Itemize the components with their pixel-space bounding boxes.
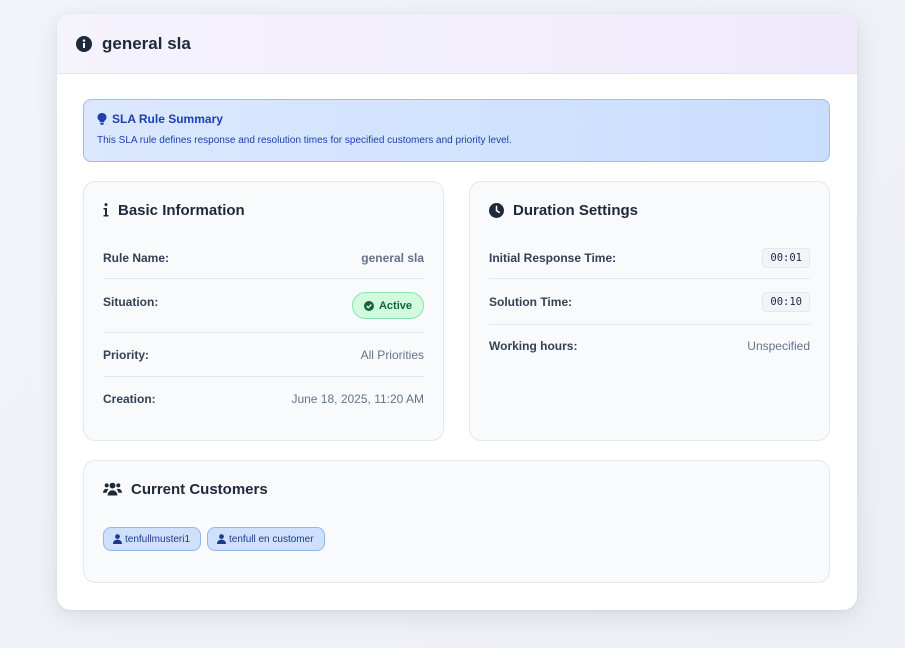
duration-settings-title: Duration Settings xyxy=(513,201,639,219)
summary-description: This SLA rule defines response and resol… xyxy=(97,135,512,146)
info-circle-icon xyxy=(76,35,92,52)
customer-chip[interactable]: tenfullmusteri1 xyxy=(103,527,202,551)
users-icon xyxy=(103,482,122,496)
duration-settings-card: Duration Settings Initial Response Time:… xyxy=(469,181,830,441)
sla-summary-banner: SLA Rule Summary This SLA rule defines r… xyxy=(83,99,830,162)
info-icon xyxy=(103,203,109,217)
info-row-creation: Creation: June 18, 2025, 11:20 AM xyxy=(103,392,424,406)
current-customers-card: Current Customers tenfullmusteri1 tenful… xyxy=(83,460,830,583)
customer-chip[interactable]: tenfull en customer xyxy=(207,527,325,551)
working-hours-value: Unspecified xyxy=(747,339,810,353)
solution-time-value: 00:10 xyxy=(762,291,810,312)
modal-header: general sla xyxy=(57,14,857,74)
user-icon xyxy=(113,534,122,544)
check-circle-icon xyxy=(363,300,374,311)
lightbulb-icon xyxy=(97,113,107,125)
user-icon xyxy=(217,534,227,544)
info-row-priority: Priority: All Priorities xyxy=(103,333,424,377)
basic-information-card: Basic Information Rule Name: general sla… xyxy=(83,181,444,441)
initial-response-time-value: 00:01 xyxy=(762,248,810,268)
duration-row-solution-time: Solution Time: 00:10 xyxy=(489,279,810,325)
duration-row-initial-response: Initial Response Time: 00:01 xyxy=(489,238,810,279)
creation-date-value: June 18, 2025, 11:20 AM xyxy=(291,392,424,406)
info-row-rule-name: Rule Name: general sla xyxy=(103,238,424,279)
sla-detail-modal: general sla SLA Rule Summary This SLA ru… xyxy=(57,14,857,610)
rule-name-value: general sla xyxy=(361,251,424,265)
summary-title: SLA Rule Summary xyxy=(112,112,223,126)
clock-icon xyxy=(489,202,504,218)
info-row-situation: Situation: Active xyxy=(103,279,424,333)
status-badge: Active xyxy=(351,292,424,319)
current-customers-title: Current Customers xyxy=(131,480,268,498)
basic-information-title: Basic Information xyxy=(118,201,245,219)
priority-value: All Priorities xyxy=(360,347,424,362)
customer-chip-list: tenfullmusteri1 tenfull en customer xyxy=(103,527,810,551)
page-title: general sla xyxy=(102,33,191,53)
duration-row-working-hours: Working hours: Unspecified xyxy=(489,339,810,353)
